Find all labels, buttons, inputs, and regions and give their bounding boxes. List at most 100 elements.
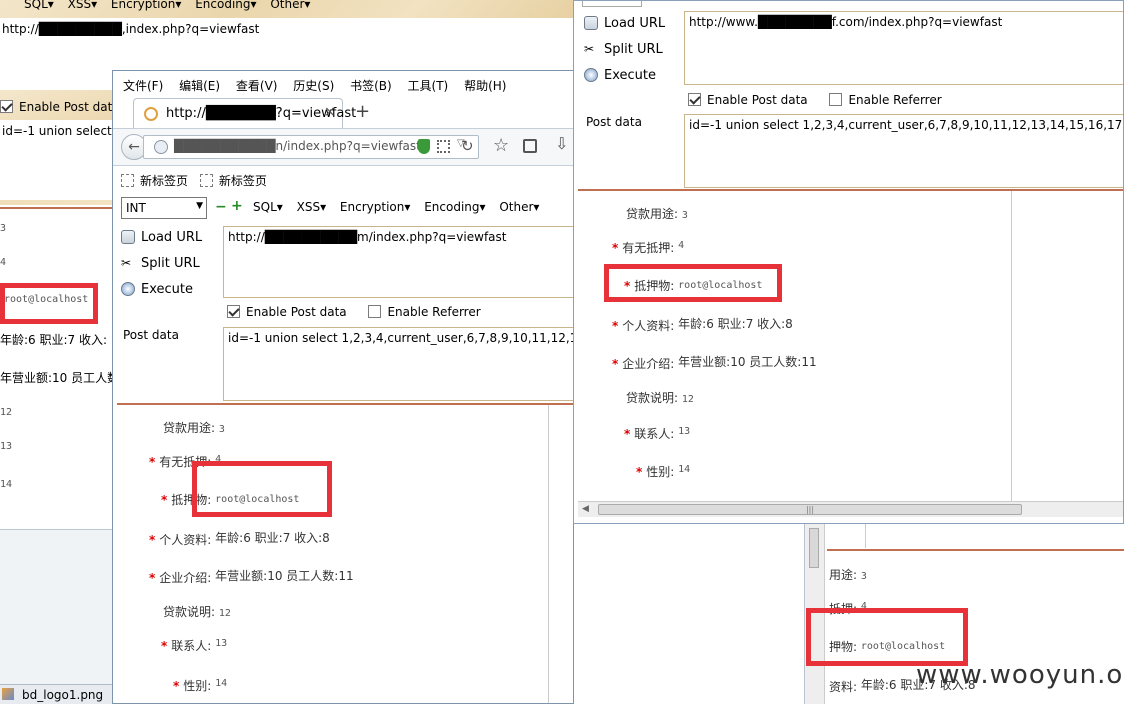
toolbar-other[interactable]: Other▾ (499, 200, 539, 214)
post-text: id=-1 union select 1,2,3,4,current_user,… (228, 331, 574, 345)
field-label: 联系人: (171, 639, 212, 653)
right-browser-window: Load URL ✂ Split URL Execute http://www.█… (573, 0, 1124, 524)
required-star-icon: * (612, 319, 619, 333)
right-enable-post-checkbox[interactable] (688, 93, 701, 106)
right-load-url-button[interactable]: Load URL (584, 10, 684, 36)
bg-toolbar-encoding[interactable]: Encoding▾ (195, 0, 256, 11)
field-label: 贷款用途: (163, 421, 216, 435)
type-select[interactable]: INT ▼ (121, 197, 207, 219)
required-star-icon: * (173, 679, 180, 693)
scissors-icon: ✂ (584, 42, 595, 56)
toolbar-xss[interactable]: XSS▾ (297, 200, 326, 214)
field-label: 企业介绍: (622, 357, 675, 371)
address-text: ███████████n/index.php?q=viewfast (174, 139, 421, 153)
tab-close-icon[interactable]: × (324, 104, 336, 120)
execute-icon (121, 282, 135, 296)
toolbar-encoding[interactable]: Encoding▾ (424, 200, 485, 214)
qr-code-icon[interactable] (437, 140, 450, 153)
scroll-thumb[interactable]: ||| (598, 504, 1022, 515)
split-url-button[interactable]: ✂ Split URL (121, 250, 221, 276)
bg-highlight-box (0, 283, 98, 324)
menu-file[interactable]: 文件(F) (123, 79, 163, 93)
browser-tab[interactable]: http://███████?q=viewfast × (133, 98, 356, 128)
toolbar-sql[interactable]: SQL▾ (253, 200, 283, 214)
post-textarea[interactable]: id=-1 union select 1,2,3,4,current_user,… (223, 327, 574, 401)
right-execute-button[interactable]: Execute (584, 62, 684, 88)
right-split-url-button[interactable]: ✂ Split URL (584, 36, 684, 62)
execute-button[interactable]: Execute (121, 276, 221, 302)
split-url-label: Split URL (141, 255, 200, 271)
nav-bar: ← ███████████n/index.php?q=viewfast ▽ ↻ … (113, 128, 573, 166)
enable-referrer-label: Enable Referrer (387, 305, 481, 319)
menu-history[interactable]: 历史(S) (293, 79, 334, 93)
minus-icon[interactable]: − (215, 199, 227, 215)
bg-toolbar-xss[interactable]: XSS▾ (68, 0, 97, 11)
plus-icon[interactable]: + (231, 198, 243, 214)
reading-list-icon[interactable] (523, 139, 537, 153)
field-value: 年龄:6 职业:7 收入:8 (215, 531, 330, 545)
menu-edit[interactable]: 编辑(E) (179, 79, 220, 93)
download-icon[interactable]: ⇩ (555, 134, 568, 153)
png-file-icon (2, 688, 14, 700)
bottom-highlight-box (806, 608, 968, 666)
new-tab-button[interactable]: + (355, 101, 370, 122)
menu-tools[interactable]: 工具(T) (408, 79, 449, 93)
bookmark-item[interactable]: 新标签页 (140, 174, 188, 188)
field-value: 年营业额:10 员工人数:11 (215, 569, 354, 583)
field-row-purpose: 贷款用途: 3 (163, 419, 225, 436)
right-execute-label: Execute (604, 67, 656, 83)
bg-post-textarea[interactable]: id=-1 union select (0, 120, 112, 200)
field-label: 贷款用途: (626, 207, 679, 221)
bg-field-value: 13 (0, 441, 13, 452)
hackbar-buttons: Load URL ✂ Split URL Execute (121, 224, 221, 302)
menu-view[interactable]: 查看(V) (236, 79, 278, 93)
globe-icon (154, 140, 168, 154)
load-url-icon (584, 16, 598, 30)
required-star-icon: * (149, 533, 156, 547)
right-horizontal-scrollbar[interactable]: ◀ ||| (578, 501, 1123, 517)
bookmark-item[interactable]: 新标签页 (219, 174, 267, 188)
bookmark-star-icon[interactable]: ☆ (493, 135, 509, 156)
post-options: Enable Post data Enable Referrer (227, 305, 481, 319)
address-bar[interactable]: ███████████n/index.php?q=viewfast ▽ (143, 135, 479, 159)
taskbar-file-name[interactable]: bd_logo1.png (22, 688, 103, 702)
menu-bookmarks[interactable]: 书签(B) (350, 79, 392, 93)
field-label: 贷款说明: (163, 605, 216, 619)
required-star-icon: * (161, 493, 168, 507)
scroll-left-icon[interactable]: ◀ (582, 504, 589, 514)
required-star-icon: * (161, 639, 168, 653)
right-post-options: Enable Post data Enable Referrer (688, 93, 942, 107)
shield-icon[interactable] (418, 139, 430, 154)
menu-help[interactable]: 帮助(H) (464, 79, 506, 93)
field-label: 资料: (829, 680, 858, 694)
bottom-scroll-thumb[interactable] (809, 528, 819, 568)
url-textarea[interactable]: http://██████████m/index.php?q=viewfast (223, 226, 573, 298)
select-arrow-icon: ▼ (196, 201, 203, 211)
bg-field-value: 年营业额:10 员工人数 (0, 371, 120, 385)
toolbar-encryption[interactable]: Encryption▾ (340, 200, 410, 214)
reload-icon[interactable]: ↻ (461, 137, 474, 155)
bg-toolbar-encryption[interactable]: Encryption▾ (111, 0, 181, 11)
bg-field-value: 14 (0, 479, 13, 490)
required-star-icon: * (149, 571, 156, 585)
right-enable-referrer-label: Enable Referrer (848, 93, 942, 107)
bg-toolbar-sql[interactable]: SQL▾ (24, 0, 54, 11)
right-url-textarea[interactable]: http://www.████████f.com/index.php?q=vie… (684, 11, 1123, 85)
enable-post-checkbox[interactable] (227, 305, 240, 318)
bg-toolbar-other[interactable]: Other▾ (270, 0, 310, 11)
field-value: 13 (215, 638, 228, 649)
field-row-profile: * 个人资料: 年龄:6 职业:7 收入:8 (149, 529, 330, 548)
field-label: 个人资料: (622, 319, 675, 333)
bg-taskbar: bd_logo1.png (0, 684, 112, 704)
field-value: 14 (678, 464, 691, 475)
bg-enable-post-checkbox[interactable] (0, 100, 13, 113)
field-row-gender: * 性别: 14 (173, 677, 227, 694)
right-split-url-label: Split URL (604, 41, 663, 57)
enable-referrer-checkbox[interactable] (368, 305, 382, 318)
field-value: 年营业额:10 员工人数:11 (678, 355, 817, 369)
bookmark-folder-icon (199, 174, 213, 187)
right-page-content: 贷款用途: 3 * 有无抵押: 4 * 抵押物: root@localhost * 个… (578, 191, 1012, 501)
load-url-button[interactable]: Load URL (121, 224, 221, 250)
right-post-textarea[interactable]: id=-1 union select 1,2,3,4,current_user,… (684, 114, 1123, 188)
right-enable-referrer-checkbox[interactable] (829, 93, 843, 106)
